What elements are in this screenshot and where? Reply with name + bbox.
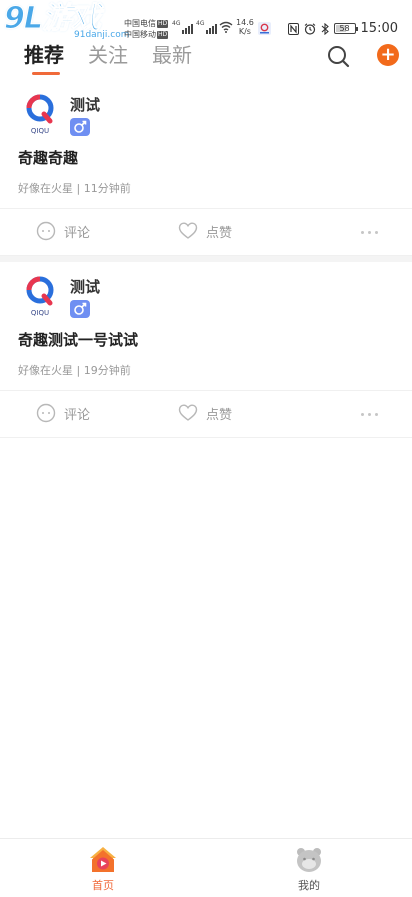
watermark-logo: 9L游戏 91danji.com bbox=[4, 1, 134, 40]
nav-home[interactable]: 首页 bbox=[73, 845, 133, 893]
nfc-icon bbox=[287, 22, 299, 35]
like-button[interactable]: 点赞 bbox=[178, 403, 232, 423]
male-gender-icon bbox=[70, 118, 90, 136]
more-options-icon[interactable] bbox=[361, 231, 378, 234]
avatar-logo-text: QIQU bbox=[31, 127, 49, 135]
post-feed: QIQU 测试 奇趣奇趣 好像在火星 | 11分钟前 评论 点赞 QIQU 测试… bbox=[0, 80, 412, 438]
battery-icon: 58 bbox=[333, 23, 358, 34]
hd-badge-1: HD bbox=[157, 19, 169, 28]
avatar[interactable]: QIQU bbox=[22, 274, 58, 318]
more-options-icon[interactable] bbox=[361, 413, 378, 416]
network-speed-unit: K/s bbox=[238, 27, 251, 36]
heart-icon bbox=[178, 222, 198, 239]
wifi-icon bbox=[219, 21, 233, 33]
add-post-button[interactable]: + bbox=[377, 44, 399, 66]
net-type-1: 4G bbox=[172, 20, 181, 27]
hd-badge-2: HD bbox=[157, 30, 169, 39]
like-button[interactable]: 点赞 bbox=[178, 221, 232, 241]
active-tab-indicator bbox=[32, 72, 60, 75]
comment-button[interactable]: 评论 bbox=[36, 403, 90, 423]
tab-recommend[interactable]: 推荐 bbox=[24, 42, 64, 68]
comment-button[interactable]: 评论 bbox=[36, 221, 90, 241]
signal-icon-2: 4G bbox=[196, 20, 218, 34]
tab-latest[interactable]: 最新 bbox=[152, 42, 192, 68]
clock: 15:00 bbox=[360, 21, 398, 36]
post-meta: 好像在火星 | 19分钟前 bbox=[18, 364, 131, 377]
carrier-2: 中国移动 bbox=[124, 30, 156, 39]
notification-app-icon bbox=[258, 22, 271, 35]
carrier-1: 中国电信 bbox=[124, 19, 156, 28]
status-bar: 9L游戏 91danji.com 中国电信 HD 中国移动 HD 4G 4G 14.… bbox=[0, 0, 412, 40]
bottom-navigation: 首页 我的 bbox=[0, 838, 412, 897]
nav-profile-label: 我的 bbox=[298, 879, 320, 892]
battery-level: 58 bbox=[339, 24, 350, 33]
signal-icon-1: 4G bbox=[172, 20, 194, 34]
top-tab-bar: 推荐 关注 最新 + bbox=[0, 40, 412, 80]
heart-icon bbox=[178, 404, 198, 421]
post-author[interactable]: 测试 bbox=[70, 94, 100, 115]
avatar-logo-text: QIQU bbox=[31, 309, 49, 317]
watermark-url: 91danji.com bbox=[74, 30, 130, 40]
carrier-info: 中国电信 HD 中国移动 HD bbox=[124, 18, 169, 40]
like-label: 点赞 bbox=[206, 407, 233, 423]
post-card[interactable]: QIQU 测试 奇趣测试一号试试 好像在火星 | 19分钟前 评论 点赞 bbox=[0, 262, 412, 438]
comment-icon bbox=[36, 221, 56, 241]
tab-following[interactable]: 关注 bbox=[88, 42, 128, 68]
network-speed: 14.6 K/s bbox=[236, 18, 254, 36]
alarm-icon bbox=[304, 22, 315, 35]
nav-profile[interactable]: 我的 bbox=[279, 845, 339, 893]
comment-label: 评论 bbox=[64, 407, 91, 423]
post-author[interactable]: 测试 bbox=[70, 276, 100, 297]
nav-home-label: 首页 bbox=[92, 879, 114, 892]
avatar[interactable]: QIQU bbox=[22, 92, 58, 136]
post-card[interactable]: QIQU 测试 奇趣奇趣 好像在火星 | 11分钟前 评论 点赞 bbox=[0, 80, 412, 256]
profile-icon bbox=[297, 848, 321, 872]
post-meta: 好像在火星 | 11分钟前 bbox=[18, 182, 131, 195]
post-actions: 评论 点赞 bbox=[0, 390, 412, 438]
male-gender-icon bbox=[70, 300, 90, 318]
net-type-2: 4G bbox=[196, 20, 205, 27]
bluetooth-icon bbox=[321, 22, 329, 35]
post-title[interactable]: 奇趣测试一号试试 bbox=[18, 329, 138, 350]
search-icon[interactable] bbox=[326, 44, 350, 68]
like-label: 点赞 bbox=[206, 225, 233, 241]
comment-label: 评论 bbox=[64, 225, 91, 241]
network-speed-value: 14.6 bbox=[236, 18, 254, 27]
post-actions: 评论 点赞 bbox=[0, 208, 412, 256]
comment-icon bbox=[36, 403, 56, 423]
post-title[interactable]: 奇趣奇趣 bbox=[18, 147, 78, 168]
home-icon bbox=[90, 847, 116, 872]
status-icons-right: 58 15:00 bbox=[287, 21, 398, 36]
